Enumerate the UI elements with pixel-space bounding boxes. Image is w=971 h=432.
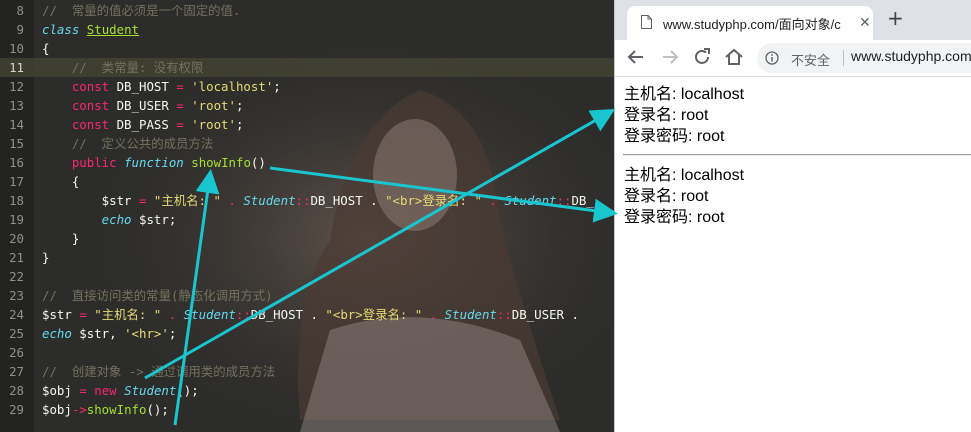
page-icon — [641, 15, 652, 29]
code-text: $str = "主机名: " . Student::DB_HOST . "<br… — [42, 193, 594, 208]
line-number: 20 — [9, 231, 24, 246]
tab-title: www.studyphp.com/面向对象/c — [663, 17, 841, 32]
code-text: const DB_USER = 'root'; — [42, 98, 244, 113]
address-bar[interactable]: 不安全 www.studyphp.com — [757, 43, 971, 73]
reload-icon[interactable] — [691, 46, 713, 68]
code-line[interactable]: 27 // 创建对象 -> 通过调用类的成员方法 — [0, 362, 614, 381]
line-number: 23 — [9, 288, 24, 303]
line-number: 18 — [9, 193, 24, 208]
output-user-1: 登录名: root — [624, 107, 709, 124]
code-text: $obj->showInfo(); — [42, 402, 169, 417]
code-line[interactable]: 24 $str = "主机名: " . Student::DB_HOST . "<… — [0, 305, 614, 324]
home-icon[interactable] — [723, 46, 745, 68]
code-line[interactable]: 13 const DB_USER = 'root'; — [0, 96, 614, 115]
browser-toolbar: 不安全 www.studyphp.com — [615, 40, 971, 77]
code-line[interactable]: 28 $obj = new Student(); — [0, 381, 614, 400]
code-text: class Student — [42, 22, 139, 37]
code-line[interactable]: 8 // 常量的值必须是一个固定的值. — [0, 1, 614, 20]
browser-tab[interactable]: www.studyphp.com/面向对象/c ✕ — [627, 6, 873, 40]
code-line[interactable]: 22 — [0, 267, 614, 286]
horizontal-rule — [623, 154, 971, 156]
line-number: 21 — [9, 250, 24, 265]
back-icon[interactable] — [625, 46, 647, 68]
output-host-2: 主机名: localhost — [624, 167, 745, 184]
code-line[interactable]: 23 // 直接访问类的常量(静态化调用方式) — [0, 286, 614, 305]
browser-window: www.studyphp.com/面向对象/c ✕ + 不安全 www.stud… — [614, 0, 971, 432]
code-line[interactable]: 17 { — [0, 172, 614, 191]
line-number: 28 — [9, 383, 24, 398]
code-line[interactable]: 9 class Student — [0, 20, 614, 39]
output-pass-1: 登录密码: root — [624, 128, 725, 145]
code-text: $obj = new Student(); — [42, 383, 199, 398]
close-icon[interactable]: ✕ — [859, 15, 871, 31]
line-number: 15 — [9, 136, 24, 151]
code-line[interactable]: 15 // 定义公共的成员方法 — [0, 134, 614, 153]
code-text: // 直接访问类的常量(静态化调用方式) — [42, 288, 273, 303]
line-number: 14 — [9, 117, 24, 132]
line-number: 29 — [9, 402, 24, 417]
output-user-2: 登录名: root — [624, 188, 709, 205]
code-text: } — [42, 231, 80, 246]
code-line[interactable]: 16 public function showInfo() — [0, 153, 614, 172]
info-icon[interactable] — [765, 51, 779, 65]
code-line[interactable]: 12 const DB_HOST = 'localhost'; — [0, 77, 614, 96]
url-text[interactable]: www.studyphp.com — [851, 48, 971, 64]
code-text: } — [42, 250, 50, 265]
tab-bar: www.studyphp.com/面向对象/c ✕ + — [615, 0, 971, 40]
code-text: public function showInfo() — [42, 155, 266, 170]
code-text: { — [42, 41, 50, 56]
line-number: 26 — [9, 345, 24, 360]
line-number: 11 — [9, 60, 24, 75]
code-line[interactable]: 25 echo $str, '<hr>'; — [0, 324, 614, 343]
code-line[interactable]: 21} — [0, 248, 614, 267]
code-line[interactable]: 20 } — [0, 229, 614, 248]
divider — [843, 50, 844, 66]
line-number: 22 — [9, 269, 24, 284]
code-line[interactable]: 18 $str = "主机名: " . Student::DB_HOST . "… — [0, 191, 614, 210]
output-host-1: 主机名: localhost — [624, 86, 745, 103]
code-line[interactable]: 14 const DB_PASS = 'root'; — [0, 115, 614, 134]
line-number: 10 — [9, 41, 24, 56]
code-text: // 创建对象 -> 通过调用类的成员方法 — [42, 364, 276, 379]
line-number: 13 — [9, 98, 24, 113]
code-line[interactable]: 11 // 类常量: 没有权限 — [0, 58, 614, 77]
code-text: $str = "主机名: " . Student::DB_HOST . "<br… — [42, 307, 579, 322]
security-status: 不安全 — [791, 53, 831, 68]
code-text: const DB_PASS = 'root'; — [42, 117, 244, 132]
line-number: 19 — [9, 212, 24, 227]
code-text: // 类常量: 没有权限 — [42, 60, 204, 75]
line-number: 27 — [9, 364, 24, 379]
line-number: 25 — [9, 326, 24, 341]
code-line[interactable]: 19 echo $str; — [0, 210, 614, 229]
line-number: 17 — [9, 174, 24, 189]
code-line[interactable]: 10 { — [0, 39, 614, 58]
new-tab-button[interactable]: + — [887, 8, 904, 28]
line-number: 8 — [16, 3, 24, 18]
line-number: 16 — [9, 155, 24, 170]
forward-icon[interactable] — [659, 46, 681, 68]
code-line[interactable]: 26 — [0, 343, 614, 362]
code-text: { — [42, 174, 80, 189]
code-text: const DB_HOST = 'localhost'; — [42, 79, 281, 94]
code-text: echo $str; — [42, 212, 177, 227]
line-number: 24 — [9, 307, 24, 322]
code-text: echo $str, '<hr>'; — [42, 326, 177, 341]
line-number: 12 — [9, 79, 24, 94]
line-number: 9 — [16, 22, 24, 37]
code-editor[interactable]: 8 // 常量的值必须是一个固定的值. 9 class Student 10 {11 //… — [0, 0, 614, 432]
output-pass-2: 登录密码: root — [624, 209, 725, 226]
code-line[interactable]: 29 $obj->showInfo(); — [0, 400, 614, 419]
code-text: // 常量的值必须是一个固定的值. — [42, 3, 241, 18]
code-text: // 定义公共的成员方法 — [42, 136, 214, 151]
